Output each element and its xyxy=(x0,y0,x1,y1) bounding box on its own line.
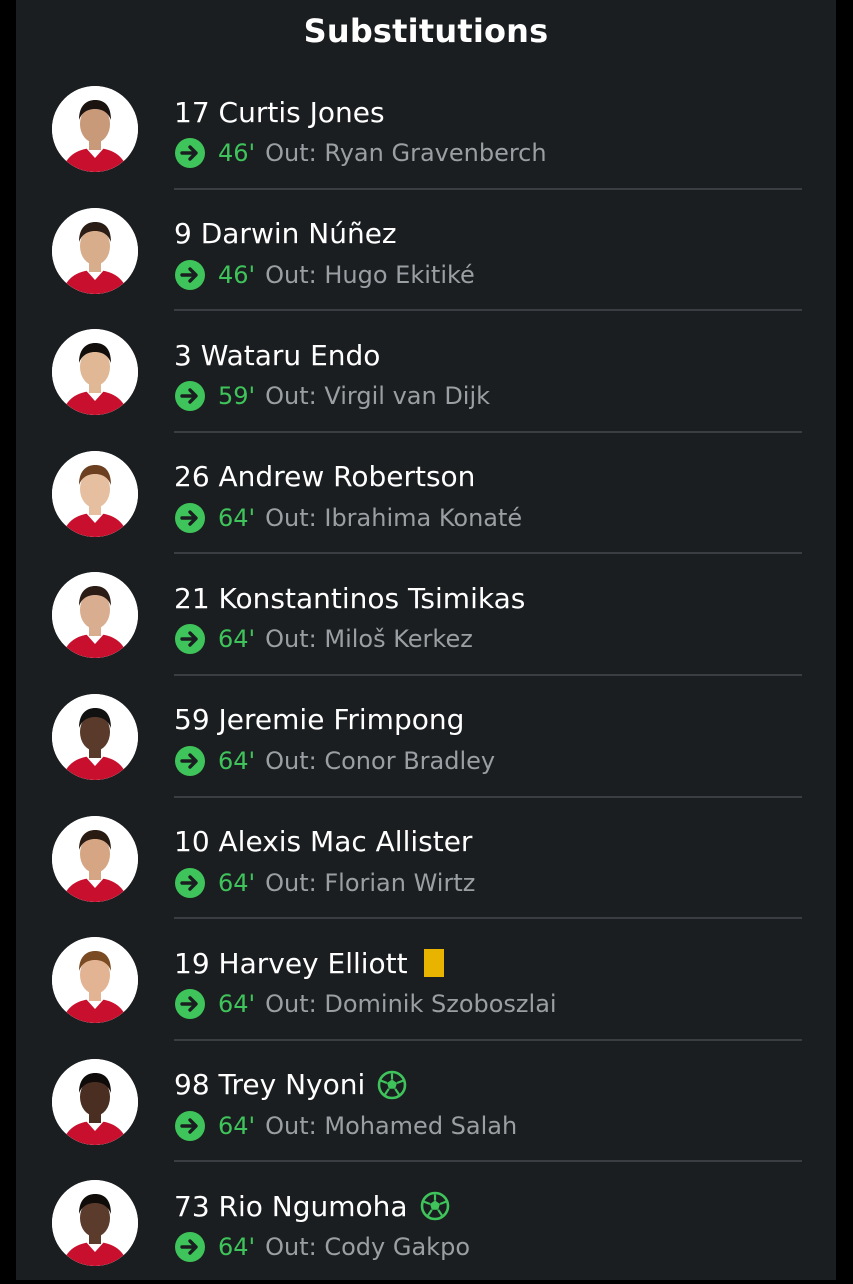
player-out-label: Out: Ryan Gravenberch xyxy=(265,139,547,167)
substitutions-list: 17 Curtis Jones 46' Out: Ryan Gravenberc… xyxy=(16,68,836,1284)
player-portrait-icon xyxy=(52,207,138,294)
player-out-label: Out: Florian Wirtz xyxy=(265,868,476,897)
player-in-line: 73 Rio Ngumoha xyxy=(174,1186,450,1226)
player-portrait-icon xyxy=(52,693,138,780)
player-in-name[interactable]: 21 Konstantinos Tsimikas xyxy=(174,582,525,615)
player-out-label: Out: Dominik Szoboszlai xyxy=(265,990,557,1019)
player-avatar[interactable] xyxy=(52,693,138,780)
substitution-row-10[interactable]: 10 Alexis Mac Allister 64' Out: Florian … xyxy=(16,798,836,920)
player-out-label: Out: Virgil van Dijk xyxy=(265,382,491,411)
arrow-right-circle-icon xyxy=(175,502,205,533)
player-in-line: 98 Trey Nyoni xyxy=(174,1065,407,1105)
substitution-detail: 64' Out: Cody Gakpo xyxy=(174,1230,470,1264)
player-portrait-icon xyxy=(52,329,138,416)
player-out-label: Out: Cody Gakpo xyxy=(265,1233,470,1262)
substitution-row-26[interactable]: 26 Andrew Robertson 64' Out: Ibrahima Ko… xyxy=(16,433,836,555)
substitution-minute: 59' xyxy=(218,382,256,411)
substitution-row-9[interactable]: 9 Darwin Núñez 46' Out: Hugo Ekitiké xyxy=(16,190,836,312)
substitution-detail: 59' Out: Virgil van Dijk xyxy=(174,379,490,413)
player-avatar[interactable] xyxy=(52,1180,138,1267)
substitution-minute: 64' xyxy=(218,746,256,775)
substitution-detail: 46' Out: Ryan Gravenberch xyxy=(174,136,547,170)
substitution-row-3[interactable]: 3 Wataru Endo 59' Out: Virgil van Dijk xyxy=(16,311,836,433)
substitution-row-21[interactable]: 21 Konstantinos Tsimikas 64' Out: Miloš … xyxy=(16,554,836,676)
player-out-label: Out: Conor Bradley xyxy=(265,746,496,775)
player-in-line: 10 Alexis Mac Allister xyxy=(174,822,472,862)
arrow-right-circle-icon xyxy=(175,624,205,655)
player-out-label: Out: Miloš Kerkez xyxy=(265,625,473,654)
player-in-line: 19 Harvey Elliott xyxy=(174,943,444,983)
substitution-row-73[interactable]: 73 Rio Ngumoha 64' Out: Cody Gakpo xyxy=(16,1162,836,1284)
player-out-label: Out: Mohamed Salah xyxy=(265,1111,518,1140)
arrow-right-circle-icon xyxy=(175,381,205,412)
player-out-label: Out: Ibrahima Konaté xyxy=(265,503,523,532)
player-in-line: 26 Andrew Robertson xyxy=(174,457,475,497)
yellow-card-icon xyxy=(423,949,444,978)
substitution-detail: 64' Out: Ibrahima Konaté xyxy=(174,501,522,535)
player-in-name[interactable]: 98 Trey Nyoni xyxy=(174,1068,365,1101)
player-out-label: Out: Hugo Ekitiké xyxy=(265,260,475,289)
player-avatar[interactable] xyxy=(52,815,138,902)
player-in-name[interactable]: 17 Curtis Jones xyxy=(174,96,385,129)
player-in-line: 59 Jeremie Frimpong xyxy=(174,700,464,740)
arrow-right-circle-icon xyxy=(175,1110,205,1141)
arrow-right-circle-icon xyxy=(175,138,205,168)
substitution-minute: 64' xyxy=(218,625,256,654)
substitution-row-19[interactable]: 19 Harvey Elliott 64' Out: Dominik Szobo… xyxy=(16,919,836,1041)
substitution-detail: 64' Out: Dominik Szoboszlai xyxy=(174,987,557,1021)
player-avatar[interactable] xyxy=(52,450,138,537)
player-in-name[interactable]: 10 Alexis Mac Allister xyxy=(174,825,472,858)
player-portrait-icon xyxy=(52,450,138,537)
substitution-minute: 64' xyxy=(218,1233,256,1262)
player-portrait-icon xyxy=(52,1180,138,1267)
player-in-line: 9 Darwin Núñez xyxy=(174,214,397,254)
substitution-minute: 64' xyxy=(218,503,256,532)
player-in-line: 21 Konstantinos Tsimikas xyxy=(174,578,525,618)
player-in-name[interactable]: 73 Rio Ngumoha xyxy=(174,1190,408,1223)
substitution-minute: 64' xyxy=(218,1111,256,1140)
substitution-detail: 64' Out: Florian Wirtz xyxy=(174,866,475,900)
player-portrait-icon xyxy=(52,815,138,902)
player-portrait-icon xyxy=(52,937,138,1024)
player-in-name[interactable]: 59 Jeremie Frimpong xyxy=(174,703,464,736)
player-avatar[interactable] xyxy=(52,329,138,416)
player-avatar[interactable] xyxy=(52,937,138,1024)
player-in-name[interactable]: 19 Harvey Elliott xyxy=(174,947,408,980)
substitution-detail: 64' Out: Conor Bradley xyxy=(174,744,495,778)
player-avatar[interactable] xyxy=(52,207,138,294)
arrow-right-circle-icon xyxy=(175,259,205,290)
player-in-line: 3 Wataru Endo xyxy=(174,335,380,375)
player-portrait-icon xyxy=(52,86,138,172)
substitution-detail: 64' Out: Mohamed Salah xyxy=(174,1109,517,1143)
substitution-minute: 46' xyxy=(218,139,256,167)
player-in-name[interactable]: 3 Wataru Endo xyxy=(174,339,380,372)
arrow-right-circle-icon xyxy=(175,1232,205,1263)
substitution-minute: 64' xyxy=(218,990,256,1019)
arrow-right-circle-icon xyxy=(175,867,205,898)
page-title: Substitutions xyxy=(303,12,549,50)
substitution-row-98[interactable]: 98 Trey Nyoni 64' Out: Mohamed Salah xyxy=(16,1041,836,1163)
arrow-right-circle-icon xyxy=(175,989,205,1020)
player-in-line: 17 Curtis Jones xyxy=(174,92,385,132)
player-in-name[interactable]: 26 Andrew Robertson xyxy=(174,460,475,493)
player-in-name[interactable]: 9 Darwin Núñez xyxy=(174,217,397,250)
arrow-right-circle-icon xyxy=(175,745,205,776)
substitution-minute: 64' xyxy=(218,868,256,897)
player-avatar[interactable] xyxy=(52,1058,138,1145)
substitutions-panel: Substitutions 17 Curtis Jones 46' Out: R… xyxy=(16,0,836,1280)
goal-ball-icon xyxy=(377,1070,407,1100)
substitution-detail: 46' Out: Hugo Ekitiké xyxy=(174,258,475,292)
substitution-minute: 46' xyxy=(218,260,256,289)
player-avatar[interactable] xyxy=(52,86,138,172)
goal-ball-icon xyxy=(420,1192,449,1221)
player-portrait-icon xyxy=(52,1058,138,1145)
player-avatar[interactable] xyxy=(52,572,138,659)
player-portrait-icon xyxy=(52,572,138,659)
substitution-row-17[interactable]: 17 Curtis Jones 46' Out: Ryan Gravenberc… xyxy=(16,68,836,190)
substitution-row-59[interactable]: 59 Jeremie Frimpong 64' Out: Conor Bradl… xyxy=(16,676,836,798)
substitution-detail: 64' Out: Miloš Kerkez xyxy=(174,622,473,656)
